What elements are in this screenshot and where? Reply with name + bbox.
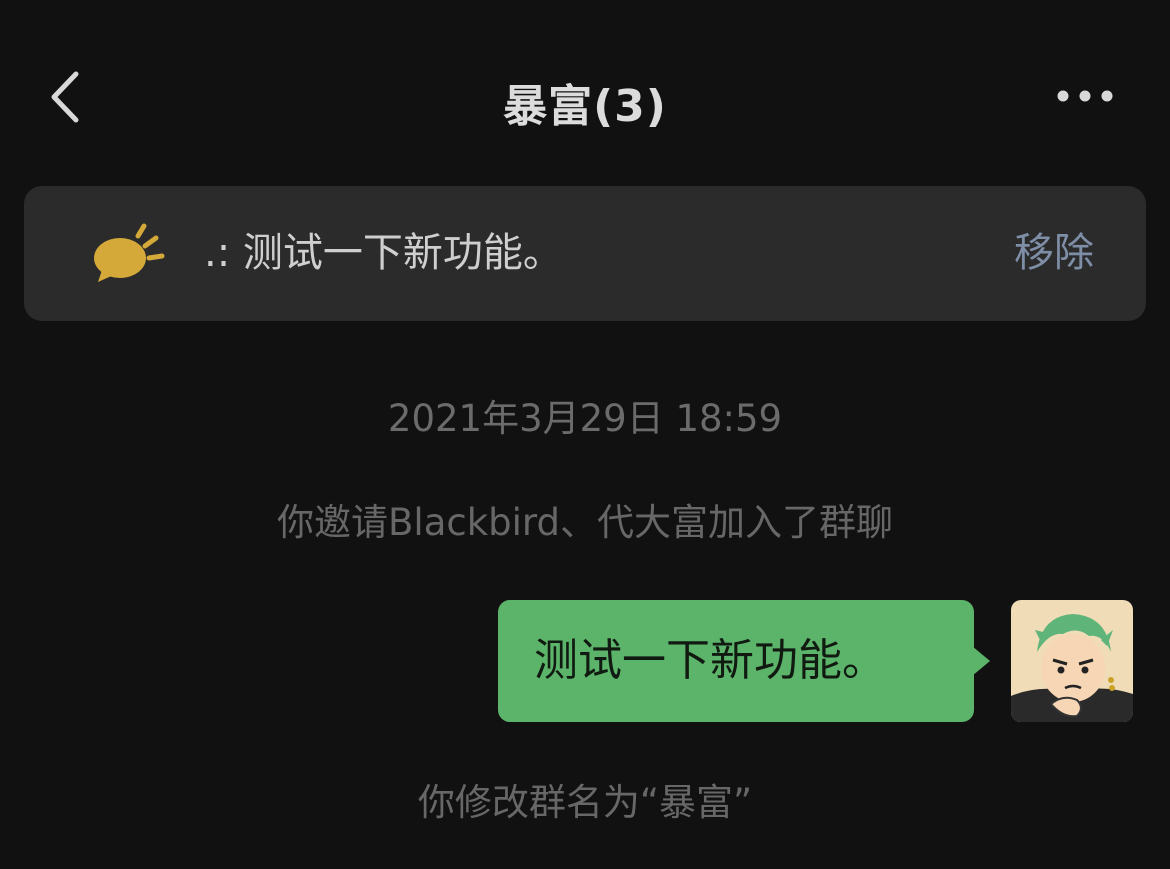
remove-pinned-button[interactable]: 移除 [1014,186,1094,321]
chat-header: 暴富(3) [0,0,1170,190]
system-message-invite: 你邀请Blackbird、代大富加入了群聊 [277,501,893,544]
more-button[interactable] [1050,78,1122,114]
speaker-bubble-icon [90,218,172,288]
more-dots-icon [1057,90,1113,102]
pinned-message-banner[interactable]: .: 测试一下新功能。 移除 [24,186,1146,321]
avatar[interactable] [1011,600,1133,722]
message-timestamp: 2021年3月29日 18:59 [387,397,783,440]
pinned-message-text: .: 测试一下新功能。 [204,230,563,276]
system-message-rename: 你修改群名为“暴富” [417,781,753,824]
avatar-icon [1011,600,1133,722]
message-bubble[interactable]: 测试一下新功能。 [498,600,974,722]
message-bubble-tail [972,646,990,676]
chat-title: 暴富(3) [503,81,667,132]
